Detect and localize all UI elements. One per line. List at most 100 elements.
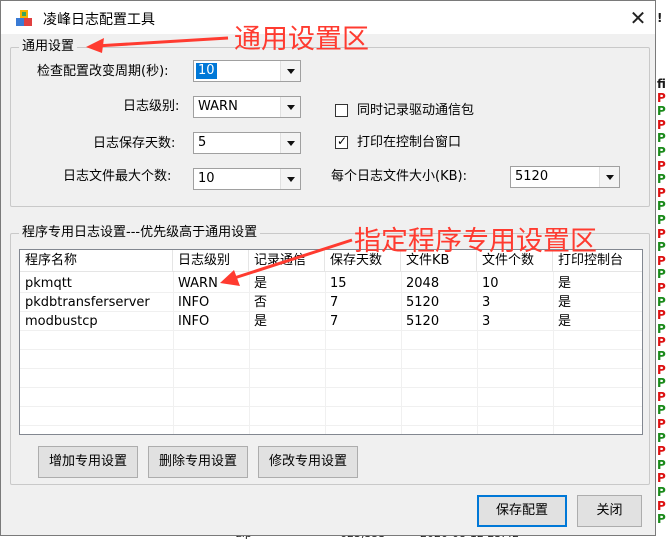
add-special-button[interactable]: 增加专用设置	[38, 446, 138, 478]
background-strip-cell: P	[657, 349, 666, 363]
table-row[interactable]: pkdbtransferserver INFO 否 7 5120 3 是	[20, 293, 642, 312]
keep-days-combo[interactable]: 5	[193, 132, 301, 154]
log-level-value: WARN	[198, 99, 238, 114]
background-strip-cell: P	[657, 403, 666, 418]
program-settings-table[interactable]: 程序名称 日志级别 记录通信 保存天数 文件KB 文件个数 打印控制台 pkmq…	[19, 249, 643, 435]
cell-log-level: INFO	[178, 295, 210, 310]
chevron-down-icon[interactable]	[280, 169, 300, 189]
background-strip-cell: P	[657, 158, 666, 173]
cell-record-comm: 是	[254, 314, 268, 329]
cell-record-comm: 否	[254, 295, 268, 310]
background-strip-cell: P	[657, 430, 666, 445]
file-size-label: 每个日志文件大小(KB):	[331, 169, 467, 184]
cell-file-count: 10	[482, 276, 499, 291]
check-period-combo[interactable]: 10	[193, 60, 301, 82]
cell-keep-days: 15	[330, 276, 347, 291]
column-header[interactable]: 记录通信	[249, 250, 325, 272]
cell-print-console: 是	[558, 295, 572, 310]
cell-program-name: pkdbtransferserver	[25, 295, 150, 310]
table-row[interactable]: modbustcp INFO 是 7 5120 3 是	[20, 312, 642, 331]
background-strip-cell: P	[657, 253, 666, 268]
general-settings-legend: 通用设置	[19, 39, 78, 55]
background-strip-cell: P	[657, 131, 666, 146]
background-strip-cell: P	[657, 362, 666, 377]
background-strip-cell: P	[657, 498, 666, 513]
background-strip-cell: P	[657, 485, 666, 499]
cell-log-level: WARN	[178, 276, 218, 291]
background-strip-cell: P	[657, 376, 666, 391]
file-size-value: 5120	[515, 169, 549, 184]
table-row[interactable]: pkmqtt WARN 是 15 2048 10 是	[20, 274, 642, 293]
background-strip-cell: P	[657, 294, 666, 309]
background-strip-cell: P	[657, 240, 666, 255]
record-driver-label: 同时记录驱动通信包	[357, 103, 475, 118]
background-window-strip: !fiPPPPPPPPPPPPPPPPPPPPPPPPPPPPPPPPPPP	[654, 0, 668, 540]
keep-days-label: 日志保存天数:	[93, 136, 176, 151]
background-strip-cell: P	[657, 90, 666, 105]
background-strip-cell: P	[657, 321, 666, 336]
background-strip-cell: P	[657, 389, 666, 404]
background-strip-cell: P	[657, 172, 666, 187]
cell-print-console: 是	[558, 276, 572, 291]
background-strip-cell: P	[657, 281, 666, 295]
log-level-label: 日志级别:	[123, 99, 180, 114]
program-callout-text: 指定程序专用设置区	[354, 226, 597, 257]
cell-keep-days: 7	[330, 314, 339, 329]
chevron-down-icon[interactable]	[280, 61, 300, 81]
check-period-label: 检查配置改变周期(秒):	[37, 64, 169, 79]
cell-file-count: 3	[482, 314, 491, 329]
background-strip-cell: P	[657, 444, 666, 459]
cell-program-name: modbustcp	[25, 314, 98, 329]
chevron-down-icon[interactable]	[280, 133, 300, 153]
log-config-dialog: 凌峰日志配置工具 ✕ 通用设置 检查配置改变周期(秒): 10 日志级别: WA…	[0, 0, 656, 536]
background-strip-cell: P	[657, 308, 666, 323]
keep-days-value: 5	[198, 135, 207, 150]
background-strip-cell: P	[657, 335, 666, 350]
max-files-combo[interactable]: 10	[193, 168, 301, 190]
print-console-checkbox[interactable]	[335, 134, 348, 149]
background-strip-cell: P	[657, 417, 666, 431]
cell-file-kb: 5120	[406, 314, 440, 329]
cell-print-console: 是	[558, 314, 572, 329]
column-header[interactable]: 程序名称	[20, 250, 173, 272]
background-strip-cell: !	[657, 11, 663, 25]
cell-file-kb: 5120	[406, 295, 440, 310]
close-icon[interactable]: ✕	[623, 4, 653, 32]
background-strip-cell: P	[657, 213, 666, 227]
background-strip-cell: P	[657, 267, 666, 282]
background-strip-cell: P	[657, 226, 666, 241]
background-strip-cell: P	[657, 185, 666, 200]
max-files-value: 10	[198, 171, 215, 186]
background-strip-cell: P	[657, 117, 666, 132]
save-config-button[interactable]: 保存配置	[477, 495, 567, 527]
general-callout-text: 通用设置区	[234, 24, 369, 55]
cell-log-level: INFO	[178, 314, 210, 329]
window-title: 凌峰日志配置工具	[43, 12, 155, 28]
chevron-down-icon[interactable]	[280, 97, 300, 117]
max-files-label: 日志文件最大个数:	[63, 169, 172, 184]
check-period-value: 10	[196, 63, 217, 79]
file-size-combo[interactable]: 5120	[510, 166, 620, 188]
background-strip-cell: P	[657, 512, 666, 527]
app-icon	[16, 10, 32, 26]
record-driver-checkbox[interactable]	[335, 104, 348, 117]
edit-special-button[interactable]: 修改专用设置	[258, 446, 358, 478]
background-strip-cell: P	[657, 199, 666, 214]
program-settings-legend: 程序专用日志设置---优先级高于通用设置	[19, 225, 261, 241]
background-strip-cell: fi	[657, 77, 666, 91]
cell-file-count: 3	[482, 295, 491, 310]
column-header[interactable]: 日志级别	[173, 250, 249, 272]
close-button[interactable]: 关闭	[577, 495, 642, 527]
background-strip-cell: P	[657, 104, 666, 119]
print-console-label: 打印在控制台窗口	[357, 135, 462, 150]
background-strip-cell: P	[657, 145, 666, 159]
chevron-down-icon[interactable]	[599, 167, 619, 187]
cell-keep-days: 7	[330, 295, 339, 310]
cell-program-name: pkmqtt	[25, 276, 72, 291]
background-strip-cell: P	[657, 457, 666, 472]
log-level-combo[interactable]: WARN	[193, 96, 301, 118]
delete-special-button[interactable]: 删除专用设置	[148, 446, 248, 478]
cell-file-kb: 2048	[406, 276, 440, 291]
background-strip-cell: P	[657, 471, 666, 486]
cell-record-comm: 是	[254, 276, 268, 291]
